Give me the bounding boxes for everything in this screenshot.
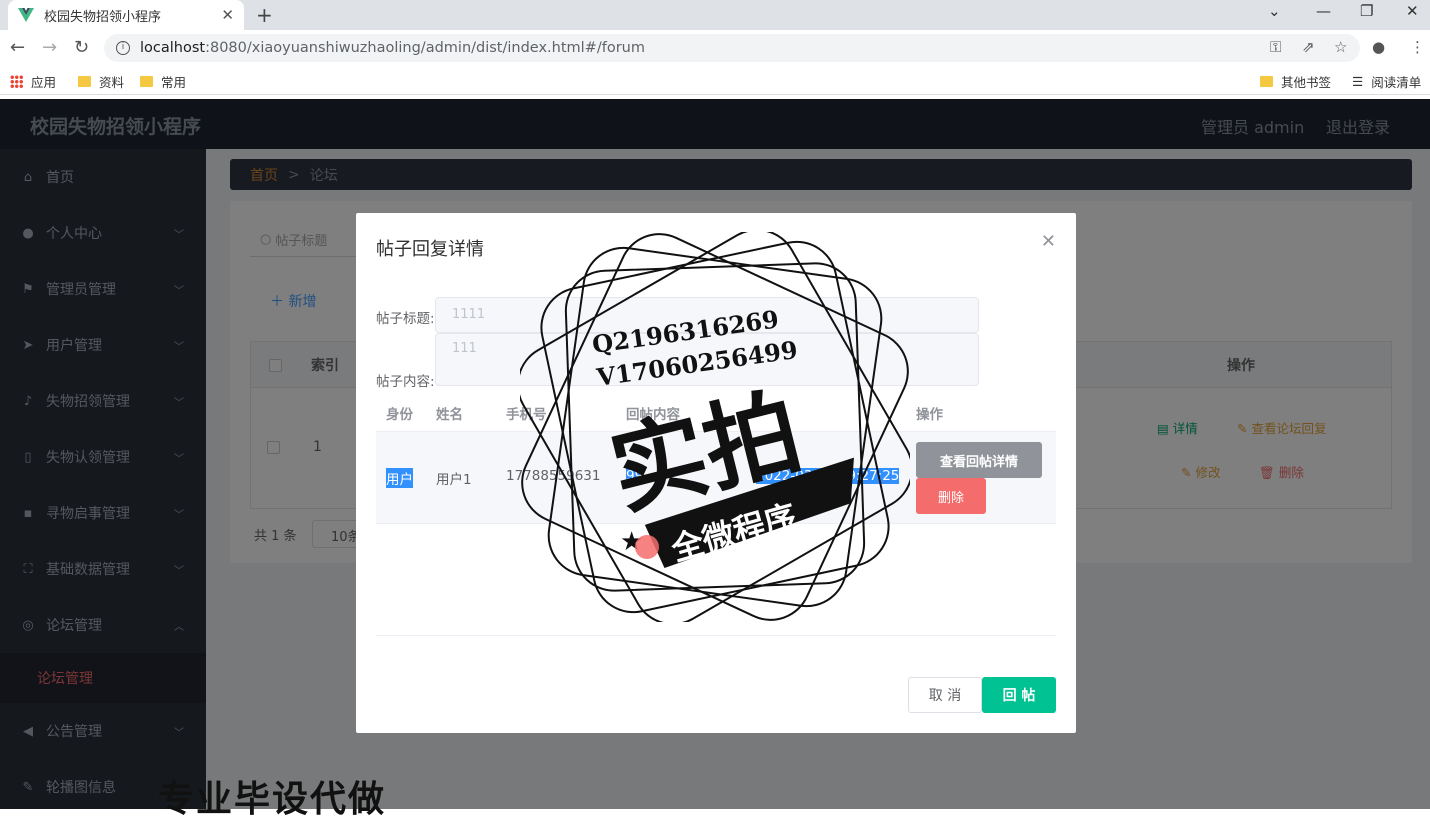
reply-button[interactable]: 回 帖: [982, 677, 1056, 713]
bookmark-folder[interactable]: 常用: [140, 72, 186, 91]
browser-tab[interactable]: 校园失物招领小程序 ✕: [8, 0, 244, 30]
vue-logo-icon: [18, 8, 34, 22]
delete-reply-button[interactable]: 删除: [916, 478, 986, 514]
share-icon[interactable]: ⇗: [1302, 38, 1315, 56]
tab-search-icon[interactable]: ⌄: [1268, 2, 1281, 20]
key-icon[interactable]: ⚿: [1270, 38, 1281, 56]
apps-grid-icon: [10, 75, 23, 88]
url-path: :8080/xiaoyuanshiwuzhaoling/admin/dist/i…: [205, 40, 645, 56]
window-close-icon[interactable]: ✕: [1406, 2, 1419, 20]
bookmarks-bar: 应用 资料 常用 其他书签 ☰ 阅读清单: [0, 66, 1430, 95]
reload-icon[interactable]: ↻: [74, 37, 89, 58]
maximize-icon[interactable]: ❐: [1360, 2, 1373, 20]
folder-icon: [140, 76, 153, 87]
reply-name: 用户1: [436, 472, 472, 488]
reading-list[interactable]: ☰ 阅读清单: [1352, 72, 1421, 91]
menu-dots-icon[interactable]: ⋮: [1410, 38, 1425, 56]
bottom-watermark-text: 专业毕设代做: [158, 779, 387, 820]
reply-detail-dialog: 帖子回复详情 ✕ 帖子标题: 1111 111 帖子内容: 身份 姓名 手机号 …: [356, 213, 1076, 733]
back-icon[interactable]: ←: [10, 37, 25, 58]
minimize-icon[interactable]: —: [1316, 2, 1331, 20]
cancel-button[interactable]: 取 消: [908, 677, 982, 713]
close-icon[interactable]: ✕: [1041, 231, 1056, 252]
post-content-label: 帖子内容:: [376, 374, 435, 390]
col-content: 回帖内容: [626, 407, 680, 423]
dialog-divider: [376, 635, 1056, 636]
post-title-label: 帖子标题:: [376, 311, 435, 327]
url-input[interactable]: i localhost:8080/xiaoyuanshiwuzhaoling/a…: [104, 34, 1360, 62]
reply-phone: 17788559631: [506, 468, 601, 484]
reply-time: 2022-03-23 09:27:25: [756, 468, 900, 484]
tab-title: 校园失物招领小程序: [44, 9, 162, 25]
folder-icon: [78, 76, 91, 87]
col-phone: 手机号: [506, 407, 547, 423]
profile-icon[interactable]: ●: [1372, 38, 1385, 56]
bookmark-other[interactable]: 其他书签: [1260, 72, 1331, 91]
view-reply-detail-button[interactable]: 查看回帖详情: [916, 442, 1042, 478]
col-role: 身份: [386, 407, 413, 423]
forward-icon[interactable]: →: [42, 37, 57, 58]
col-name: 姓名: [436, 407, 463, 423]
tab-close-icon[interactable]: ✕: [221, 6, 234, 24]
reply-table-header: 身份 姓名 手机号 回帖内容 操作: [376, 393, 1056, 431]
new-tab-icon[interactable]: +: [256, 3, 273, 27]
bookmark-apps[interactable]: 应用: [10, 72, 56, 91]
post-title-field[interactable]: 1111: [435, 297, 979, 333]
star-icon[interactable]: ☆: [1334, 38, 1347, 56]
reply-role: 用户: [386, 468, 413, 488]
url-host: localhost: [140, 40, 206, 56]
browser-tabbar: 校园失物招领小程序 ✕ + ⌄ — ❐ ✕: [0, 0, 1430, 30]
post-content-field[interactable]: 111: [435, 333, 979, 386]
address-bar-row: ← → ↻ i localhost:8080/xiaoyuanshiwuzhao…: [0, 30, 1430, 66]
bookmark-folder[interactable]: 资料: [78, 72, 124, 91]
folder-icon: [1260, 76, 1273, 87]
reply-content: 99: [626, 468, 644, 484]
col-ops: 操作: [916, 407, 943, 423]
reply-row: 用户 用户1 17788559631 99 2022-03-23 09:27:2…: [376, 431, 1056, 524]
site-info-icon[interactable]: i: [116, 41, 130, 55]
dialog-title: 帖子回复详情: [376, 239, 484, 260]
reading-list-icon: ☰: [1352, 74, 1364, 89]
